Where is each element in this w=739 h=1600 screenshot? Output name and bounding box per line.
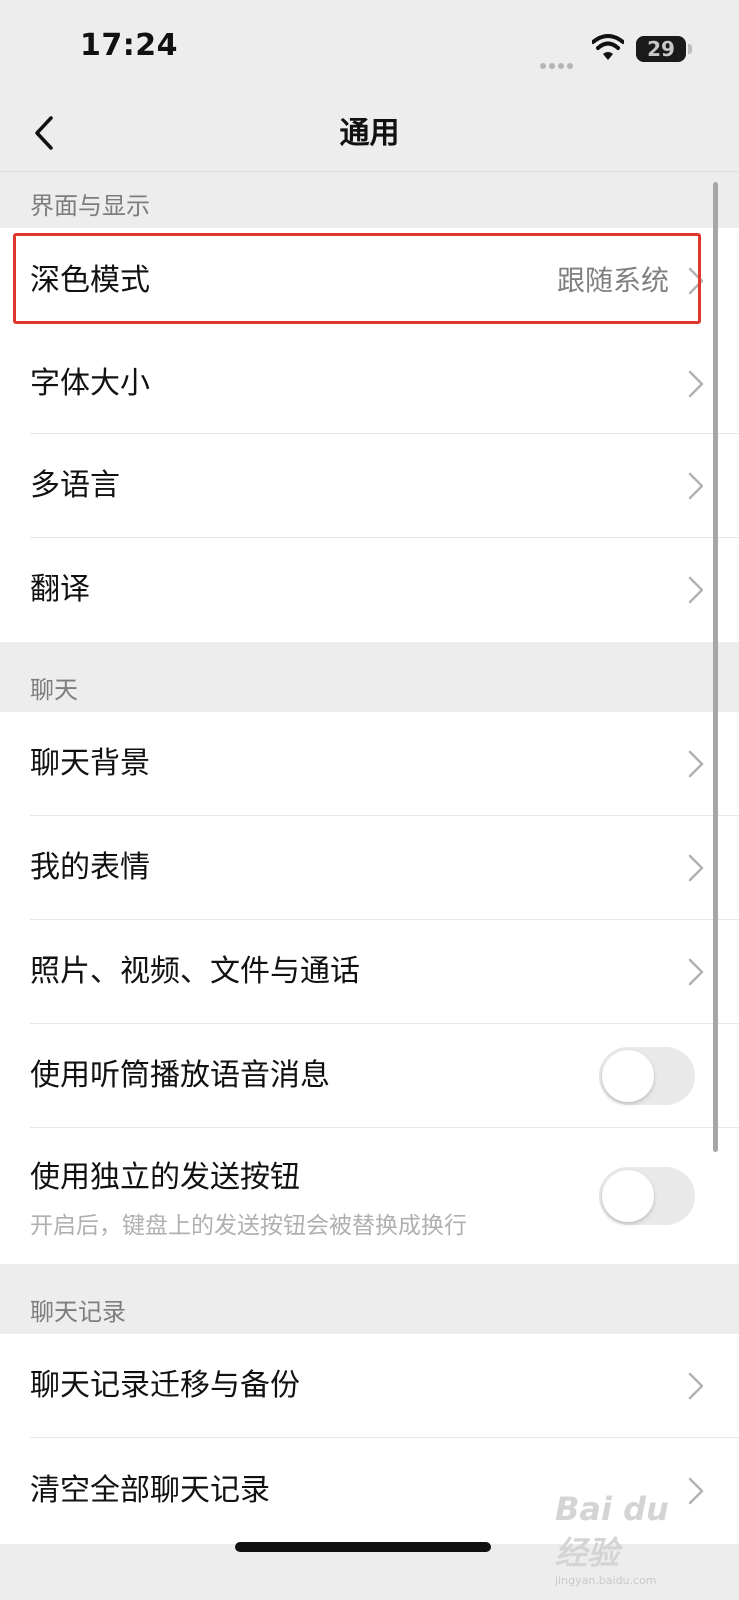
row-label: 聊天记录迁移与备份 — [30, 1368, 300, 1403]
row-languages[interactable]: 多语言 — [0, 434, 739, 538]
chevron-right-icon — [688, 576, 704, 604]
row-label: 聊天背景 — [30, 746, 150, 781]
toggle-knob — [602, 1050, 654, 1102]
row-separate-send-button: 使用独立的发送按钮 开启后，键盘上的发送按钮会被替换成换行 — [0, 1128, 739, 1264]
status-time: 17:24 — [80, 28, 178, 63]
row-font-size[interactable]: 字体大小 — [0, 334, 739, 434]
watermark-text: Bai du 经验 — [555, 1490, 669, 1572]
section-header-chat-history: 聊天记录 — [30, 1298, 126, 1326]
chevron-right-icon — [688, 1372, 704, 1400]
nav-bar: 通用 — [0, 96, 739, 172]
row-label: 使用独立的发送按钮 — [30, 1160, 300, 1195]
section-header-chat: 聊天 — [30, 676, 78, 704]
battery-cap — [688, 44, 692, 54]
row-label: 我的表情 — [30, 850, 150, 885]
chevron-right-icon — [688, 750, 704, 778]
row-migrate-backup[interactable]: 聊天记录迁移与备份 — [0, 1334, 739, 1438]
back-button[interactable] — [24, 108, 64, 158]
earpiece-toggle[interactable] — [599, 1047, 695, 1105]
row-label: 翻译 — [30, 572, 90, 607]
baidu-watermark: Bai du 经验 jingyan.baidu.com — [555, 1490, 705, 1587]
row-label: 清空全部聊天记录 — [30, 1473, 270, 1508]
row-label: 多语言 — [30, 468, 120, 503]
row-label: 字体大小 — [30, 366, 150, 401]
chevron-right-icon — [688, 854, 704, 882]
chevron-right-icon — [688, 958, 704, 986]
row-subtitle: 开启后，键盘上的发送按钮会被替换成换行 — [30, 1213, 467, 1239]
chevron-left-icon — [35, 116, 53, 150]
page-title: 通用 — [339, 116, 400, 151]
status-bar: 17:24 29 — [0, 0, 739, 96]
chevron-right-icon — [688, 472, 704, 500]
chevron-right-icon — [688, 370, 704, 398]
scrollbar[interactable] — [713, 182, 718, 1152]
battery-level: 29 — [647, 37, 675, 61]
wifi-icon — [591, 34, 625, 62]
toggle-knob — [602, 1170, 654, 1222]
row-my-stickers[interactable]: 我的表情 — [0, 816, 739, 920]
watermark-sub: jingyan.baidu.com — [555, 1574, 657, 1587]
row-chat-background[interactable]: 聊天背景 — [0, 712, 739, 816]
row-media-files-calls[interactable]: 照片、视频、文件与通话 — [0, 920, 739, 1024]
signal-dots-icon — [540, 54, 580, 69]
send-button-toggle[interactable] — [599, 1167, 695, 1225]
dark-mode-highlight-box — [13, 233, 701, 324]
row-translate[interactable]: 翻译 — [0, 538, 739, 642]
row-label: 使用听筒播放语音消息 — [30, 1058, 330, 1093]
row-label: 照片、视频、文件与通话 — [30, 954, 360, 989]
nav-divider — [0, 171, 739, 172]
row-earpiece-voice: 使用听筒播放语音消息 — [0, 1024, 739, 1128]
battery-icon: 29 — [636, 36, 686, 62]
home-indicator[interactable] — [235, 1542, 491, 1552]
section-header-display: 界面与显示 — [30, 192, 150, 220]
group-chat: 聊天背景 我的表情 照片、视频、文件与通话 使用听筒播放语音消息 使用独立的发送… — [0, 712, 739, 1264]
